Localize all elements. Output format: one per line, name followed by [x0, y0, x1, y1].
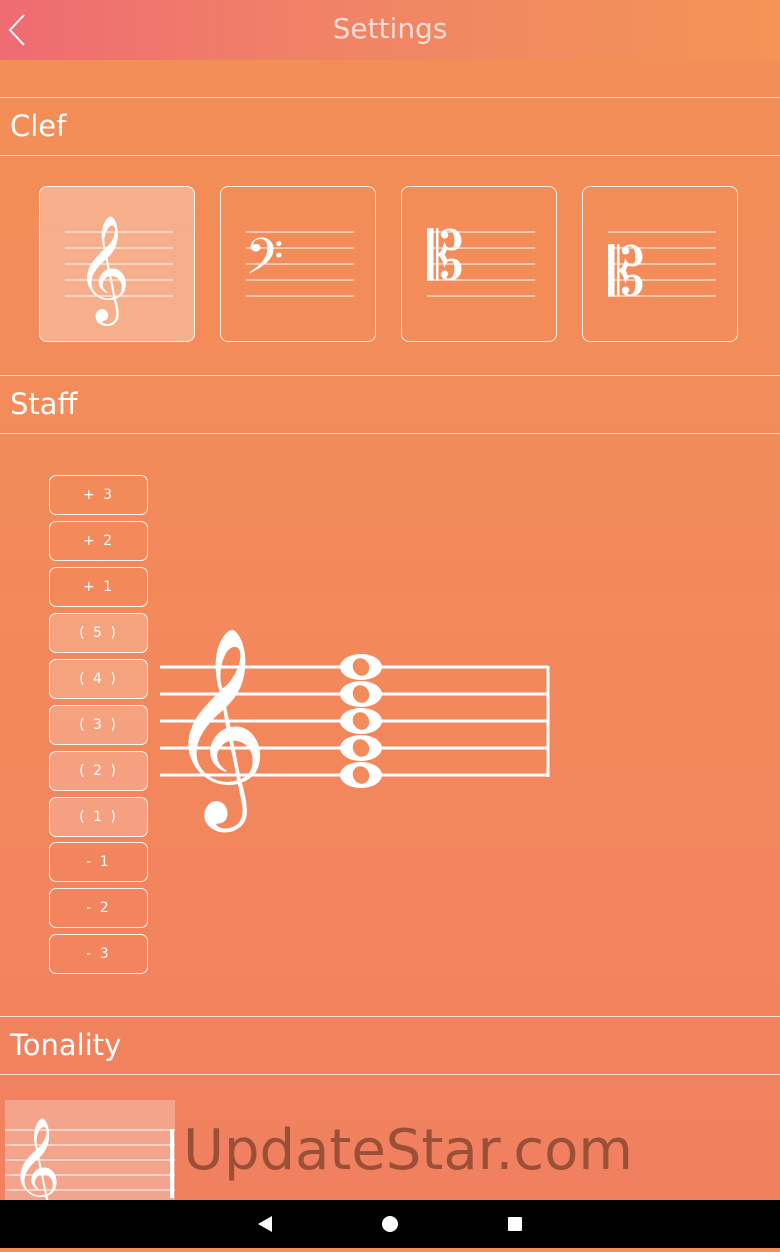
tonality-staff-icon: 𝄞 — [5, 1117, 175, 1221]
clef-option-alto[interactable]: 𝄡 — [401, 186, 557, 342]
staff-level-plus-1[interactable]: + 1 — [49, 567, 148, 607]
staff-level-line-3[interactable]: ( 3 ) — [49, 705, 148, 745]
divider — [0, 433, 780, 434]
staff-level-plus-3[interactable]: + 3 — [49, 475, 148, 515]
clef-option-tenor[interactable]: 𝄡 — [582, 186, 738, 342]
back-button[interactable] — [2, 12, 32, 48]
system-nav-bar — [0, 1200, 780, 1248]
staff-level-minus-3[interactable]: - 3 — [49, 934, 148, 974]
treble-clef-icon: 𝄞 — [168, 626, 268, 832]
svg-text:𝄡: 𝄡 — [608, 234, 645, 311]
section-title-tonality: Tonality — [10, 1028, 122, 1062]
divider — [0, 1016, 780, 1017]
divider — [0, 1074, 780, 1075]
svg-text:𝄢: 𝄢 — [245, 228, 284, 298]
nav-back-button[interactable] — [235, 1200, 295, 1248]
treble-clef-icon: 𝄞 — [65, 214, 173, 326]
home-circle-icon — [382, 1216, 398, 1232]
staff-level-line-1[interactable]: ( 1 ) — [49, 797, 148, 837]
alto-clef-icon: 𝄡 — [427, 218, 535, 297]
tonality-option-c-major[interactable]: 𝄞 — [5, 1100, 175, 1221]
divider — [0, 155, 780, 156]
chevron-left-icon — [8, 14, 25, 46]
staff-preview: 𝄞 — [160, 626, 550, 832]
section-title-clef: Clef — [10, 109, 67, 143]
divider — [0, 97, 780, 98]
treble-clef-icon: 𝄞 — [10, 1117, 61, 1200]
tenor-clef-icon: 𝄡 — [608, 231, 716, 311]
staff-level-minus-2[interactable]: - 2 — [49, 888, 148, 928]
nav-home-button[interactable] — [360, 1200, 420, 1248]
recents-square-icon — [508, 1217, 522, 1231]
staff-level-line-2[interactable]: ( 2 ) — [49, 751, 148, 791]
back-triangle-icon — [258, 1216, 272, 1232]
top-bar — [0, 0, 780, 60]
staff-level-line-4[interactable]: ( 4 ) — [49, 659, 148, 699]
clef-option-treble[interactable]: 𝄞 — [39, 186, 195, 342]
nav-recents-button[interactable] — [485, 1200, 545, 1248]
staff-level-plus-2[interactable]: + 2 — [49, 521, 148, 561]
bass-clef-icon: 𝄢 — [245, 228, 354, 298]
watermark-text: UpdateStar.com — [183, 1118, 633, 1183]
clef-option-bass[interactable]: 𝄢 — [220, 186, 376, 342]
divider — [0, 375, 780, 376]
svg-text:𝄞: 𝄞 — [76, 214, 130, 326]
section-title-staff: Staff — [10, 387, 78, 421]
svg-text:𝄡: 𝄡 — [427, 218, 464, 295]
staff-level-minus-1[interactable]: - 1 — [49, 842, 148, 882]
staff-level-line-5[interactable]: ( 5 ) — [49, 613, 148, 653]
